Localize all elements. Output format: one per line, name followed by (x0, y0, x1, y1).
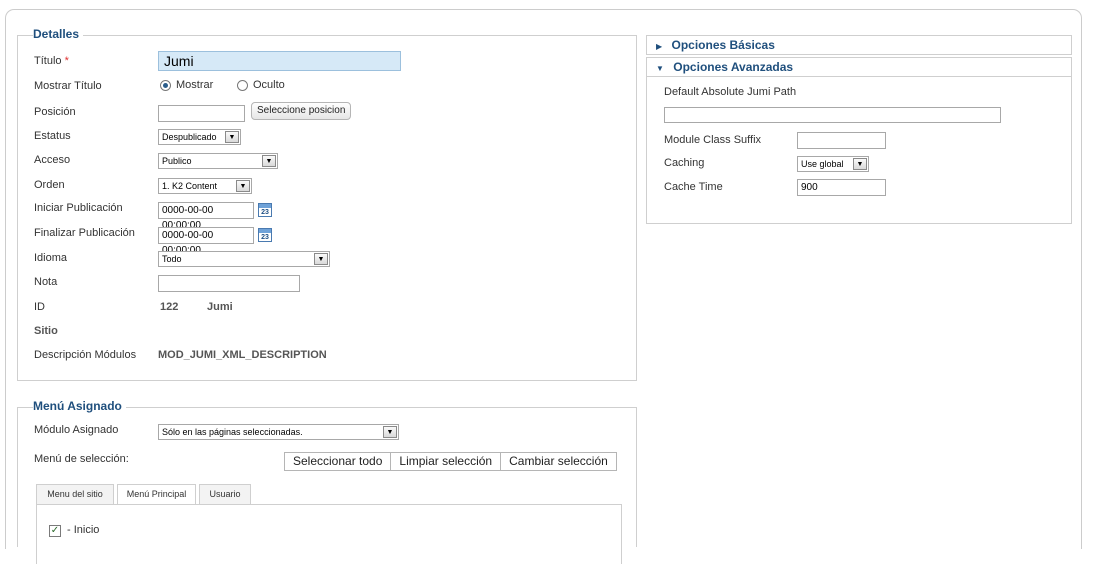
change-selection-button[interactable]: Cambiar selección (500, 452, 617, 471)
chevron-down-icon: ▼ (236, 180, 250, 192)
chevron-down-icon: ▼ (314, 253, 328, 265)
acceso-select[interactable]: Publico ▼ (158, 153, 278, 169)
triangle-right-icon: ▶ (656, 42, 663, 51)
mostrar-titulo-radio-group: Mostrar Oculto (158, 79, 318, 93)
select-position-button[interactable]: Seleccione posicion (251, 102, 352, 120)
titulo-label: Título * (34, 55, 69, 67)
tab-usuario[interactable]: Usuario (199, 484, 251, 504)
opciones-avanzadas-toggle[interactable]: ▼ Opciones Avanzadas (647, 58, 1071, 77)
descripcion-label: Descripción Módulos (34, 349, 137, 361)
menu-asignado-fieldset: Menú Asignado Módulo Asignado Sólo en la… (17, 399, 637, 564)
id-module-name: Jumi (207, 301, 233, 313)
opciones-basicas-panel: ▶ Opciones Básicas (646, 35, 1072, 55)
estatus-label: Estatus (34, 130, 71, 142)
chevron-down-icon: ▼ (262, 155, 276, 167)
id-value: 122 (160, 301, 179, 313)
caching-label: Caching (664, 157, 705, 169)
orden-label: Orden (34, 179, 65, 191)
details-legend: Detalles (33, 27, 84, 41)
details-fieldset: Detalles Título * Jumi Mostrar Título Mo… (17, 27, 637, 381)
radio-mostrar-label: Mostrar (176, 79, 214, 91)
iniciar-publicacion-input[interactable]: 0000-00-00 00:00:00 (158, 202, 254, 231)
jumi-path-label: Default Absolute Jumi Path (664, 86, 797, 98)
chevron-down-icon: ▼ (853, 158, 867, 170)
selection-button-group: Seleccionar todo Limpiar selección Cambi… (284, 452, 617, 471)
mostrar-titulo-label: Mostrar Título (34, 80, 102, 92)
sitio-label: Sitio (34, 325, 58, 337)
clear-selection-button[interactable]: Limpiar selección (390, 452, 502, 471)
chevron-down-icon: ▼ (225, 131, 239, 143)
menu-asignado-legend: Menú Asignado (33, 399, 126, 413)
tab-menu-del-sitio[interactable]: Menu del sitio (36, 484, 114, 504)
nota-label: Nota (34, 276, 58, 288)
nota-input[interactable] (158, 275, 300, 292)
orden-select[interactable]: 1. K2 Content ▼ (158, 178, 252, 194)
cache-time-label: Cache Time (664, 181, 723, 193)
radio-mostrar[interactable] (160, 80, 171, 91)
id-label: ID (34, 301, 45, 313)
acceso-label: Acceso (34, 154, 71, 166)
iniciar-publicacion-label: Iniciar Publicación (34, 202, 123, 214)
tab-menu-principal[interactable]: Menú Principal (117, 484, 196, 505)
idioma-select[interactable]: Todo ▼ (158, 251, 330, 267)
posicion-input[interactable] (158, 105, 245, 122)
caching-select[interactable]: Use global ▼ (797, 156, 869, 172)
required-mark: * (64, 55, 69, 67)
class-suffix-label: Module Class Suffix (664, 134, 762, 146)
radio-oculto[interactable] (237, 80, 248, 91)
jumi-path-input[interactable] (664, 107, 1001, 123)
descripcion-value: MOD_JUMI_XML_DESCRIPTION (158, 349, 327, 361)
menu-seleccion-label: Menú de selección: (34, 453, 129, 465)
modulo-asignado-label: Módulo Asignado (34, 424, 119, 436)
calendar-icon[interactable]: 23 (258, 203, 272, 217)
menu-tab-content: ✓ - Inicio (36, 504, 622, 564)
posicion-label: Posición (34, 106, 76, 118)
finalizar-publicacion-label: Finalizar Publicación (34, 227, 135, 239)
calendar-icon[interactable]: 23 (258, 228, 272, 242)
opciones-basicas-toggle[interactable]: ▶ Opciones Básicas (647, 36, 1071, 55)
estatus-select[interactable]: Despublicado ▼ (158, 129, 241, 145)
cache-time-input[interactable]: 900 (797, 179, 886, 196)
select-all-button[interactable]: Seleccionar todo (284, 452, 392, 471)
checkbox-inicio[interactable]: ✓ (49, 525, 61, 537)
idioma-label: Idioma (34, 252, 68, 264)
triangle-down-icon: ▼ (656, 64, 664, 73)
modulo-asignado-select[interactable]: Sólo en las páginas seleccionadas. ▼ (158, 424, 399, 440)
opciones-avanzadas-panel: ▼ Opciones Avanzadas Default Absolute Ju… (646, 57, 1072, 224)
titulo-input[interactable]: Jumi (158, 51, 401, 71)
finalizar-publicacion-input[interactable]: 0000-00-00 00:00:00 (158, 227, 254, 256)
menu-item-inicio-label: - Inicio (67, 524, 100, 536)
radio-oculto-label: Oculto (253, 79, 285, 91)
chevron-down-icon: ▼ (383, 426, 397, 438)
class-suffix-input[interactable] (797, 132, 886, 149)
